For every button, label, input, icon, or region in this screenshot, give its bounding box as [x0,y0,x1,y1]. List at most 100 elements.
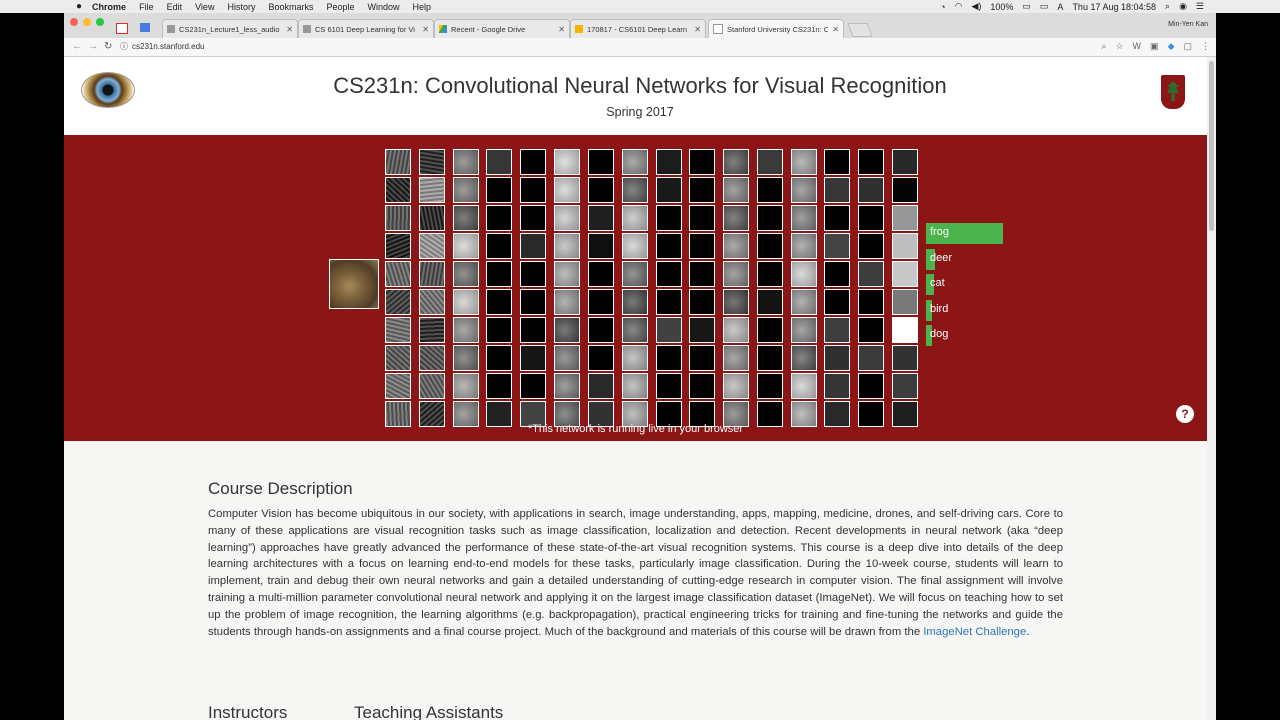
tab-strip: CS231n_Lecture1_less_audio ✕ CS 6101 Dee… [64,13,1216,38]
activation-map [791,373,817,399]
activation-map [723,149,749,175]
extension-w-icon[interactable]: W [1133,41,1142,52]
activation-map [622,261,648,287]
activation-map [385,261,411,287]
reload-icon[interactable]: ↻ [104,41,112,52]
menu-view[interactable]: View [195,2,214,12]
tab-cs6101[interactable]: CS 6101 Deep Learning for Vi ✕ [298,19,434,38]
menu-people[interactable]: People [326,2,354,12]
forward-icon[interactable]: → [88,41,98,52]
activation-map [824,205,850,231]
imagenet-challenge-link[interactable]: ImageNet Challenge [923,626,1026,638]
clock[interactable]: Thu 17 Aug 18:04:58 [1072,2,1156,12]
activation-map [622,289,648,315]
window-zoom-button[interactable] [96,18,104,26]
wifi-icon[interactable]: ◠ [955,1,963,12]
cast-icon[interactable]: ▢ [1183,41,1192,52]
info-icon[interactable]: ⓘ [120,41,128,52]
menu-bookmarks[interactable]: Bookmarks [268,2,313,12]
page-scrollbar[interactable] [1207,57,1216,720]
airplay-icon[interactable]: ▭ [1040,1,1049,12]
activation-map [486,373,512,399]
activation-map [419,373,445,399]
course-description-text: Computer Vision has become ubiquitous in… [208,506,1063,640]
activation-column [824,149,850,429]
activation-map [824,177,850,203]
url-text[interactable]: cs231n.stanford.edu [132,42,205,51]
activation-map [723,261,749,287]
extension-blue-icon[interactable]: ◆ [1168,41,1175,52]
battery-level[interactable]: 100% [990,2,1013,12]
menu-edit[interactable]: Edit [167,2,183,12]
activation-column [892,149,918,429]
activation-map [588,261,614,287]
activation-map [791,233,817,259]
activation-map [486,289,512,315]
activation-map [419,345,445,371]
activation-map [723,177,749,203]
activation-map [656,289,682,315]
pinned-tab-gmail[interactable] [116,23,128,34]
tab-cs231n[interactable]: Stanford University CS231n: C ✕ [708,19,844,38]
apple-icon[interactable]: ● [76,1,82,12]
input-source-icon[interactable]: A [1057,2,1063,12]
profile-name[interactable]: Min-Yen Kan [1168,21,1208,28]
activation-map [791,261,817,287]
activation-map [385,373,411,399]
activation-map [520,149,546,175]
activation-map [824,345,850,371]
window-minimize-button[interactable] [83,18,91,26]
tab-close-icon[interactable]: ✕ [286,25,293,34]
activation-map [689,261,715,287]
activation-map [858,317,884,343]
activation-column [791,149,817,429]
siri-icon[interactable]: ◉ [1179,1,1187,12]
browser-toolbar: ← → ↻ ⓘ cs231n.stanford.edu ⌕ ☆ W ▣ ◆ ▢ … [64,38,1216,57]
activation-map [757,317,783,343]
course-description-heading: Course Description [208,479,353,498]
activation-map [453,233,479,259]
activation-map [520,177,546,203]
bookmark-star-icon[interactable]: ☆ [1115,41,1123,52]
tab-close-icon[interactable]: ✕ [558,25,565,34]
tab-lecture-audio[interactable]: CS231n_Lecture1_less_audio ✕ [162,19,298,38]
tab-close-icon[interactable]: ✕ [832,25,839,34]
activation-map [588,205,614,231]
activation-map [723,345,749,371]
activation-map [520,317,546,343]
activation-map [791,317,817,343]
tab-close-icon[interactable]: ✕ [694,25,701,34]
description-tail: . [1026,625,1030,638]
tab-google-drive[interactable]: Recent - Google Drive ✕ [434,19,570,38]
extension-icon[interactable]: ▣ [1150,41,1159,52]
chrome-menu-icon[interactable]: ⋮ [1201,41,1210,52]
pinned-tab-calendar[interactable] [140,23,150,32]
activation-map [588,345,614,371]
menu-file[interactable]: File [139,2,154,12]
volume-icon[interactable]: ◀) [971,1,981,12]
activation-map [486,233,512,259]
activation-column [689,149,715,429]
activation-map [419,261,445,287]
scrollbar-thumb[interactable] [1209,61,1214,231]
menu-history[interactable]: History [227,2,255,12]
help-icon[interactable]: ? [1176,405,1194,423]
window-close-button[interactable] [70,18,78,26]
activation-map [554,261,580,287]
notification-center-icon[interactable]: ☰ [1196,1,1204,12]
zoom-icon[interactable]: ⌕ [1101,41,1106,52]
menu-help[interactable]: Help [413,2,432,12]
spotlight-icon[interactable]: ⌕ [1165,1,1170,12]
time-machine-icon[interactable]: ◔ [940,2,945,12]
stanford-logo[interactable] [1161,75,1185,109]
address-bar[interactable]: ⓘ cs231n.stanford.edu [120,40,1130,53]
activation-map [824,149,850,175]
tab-slides[interactable]: 170817 - CS6101 Deep Learn ✕ [570,19,706,38]
activation-map [453,149,479,175]
new-tab-button[interactable] [847,23,873,37]
tab-close-icon[interactable]: ✕ [422,25,429,34]
prediction-row: deer [926,248,1006,275]
menu-window[interactable]: Window [368,2,400,12]
menu-app[interactable]: Chrome [92,2,126,12]
back-icon[interactable]: ← [72,41,82,52]
